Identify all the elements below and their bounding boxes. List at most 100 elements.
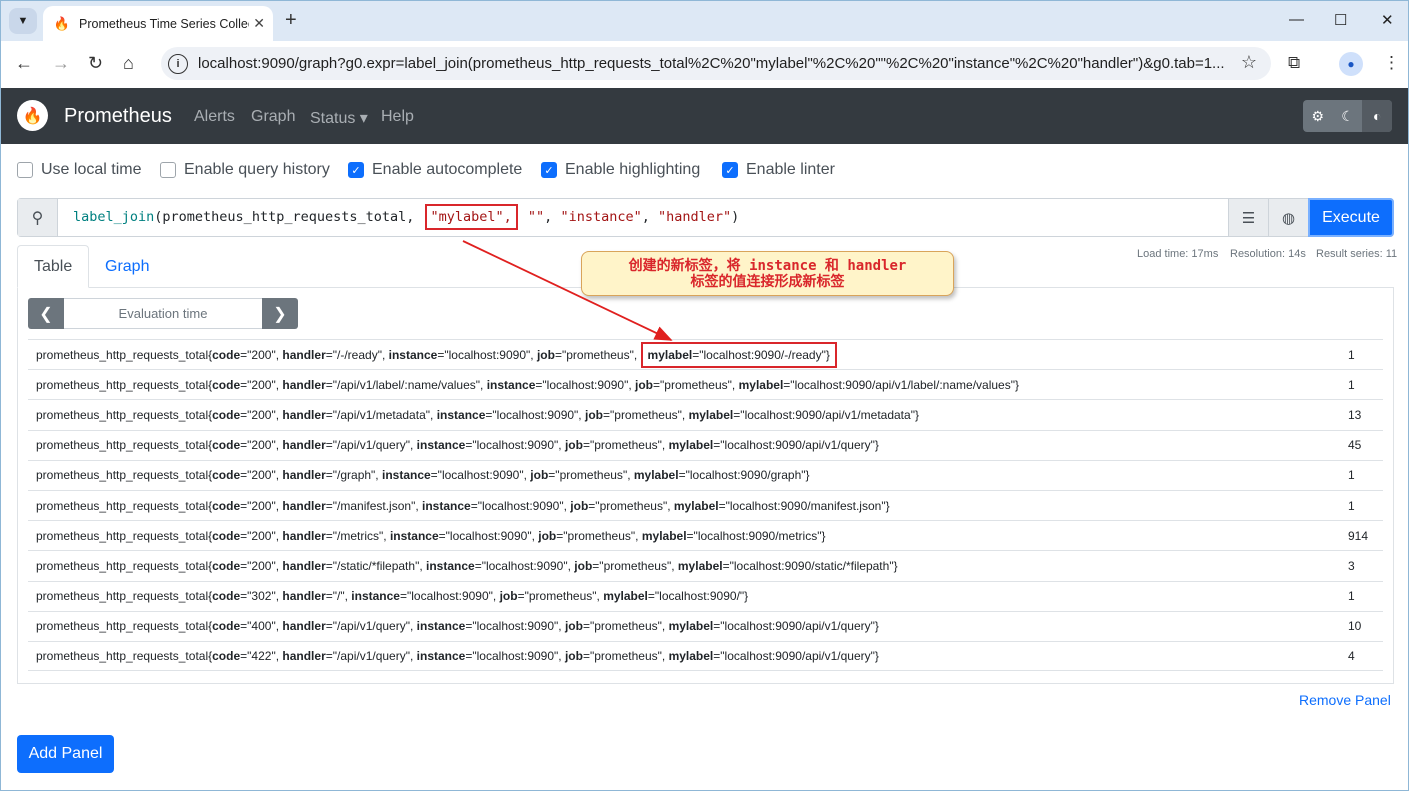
sample-value: 3 bbox=[1348, 558, 1355, 573]
expr-function: label_join bbox=[73, 209, 155, 225]
job-value: prometheus bbox=[594, 648, 658, 663]
browser-tab[interactable]: 🔥 Prometheus Time Series Collection and … bbox=[43, 6, 273, 41]
url-omnibox[interactable]: i localhost:9090/graph?g0.expr=label_joi… bbox=[161, 47, 1271, 80]
instance-key: instance bbox=[416, 648, 466, 663]
eval-time-prev-icon[interactable]: ❮ bbox=[28, 298, 64, 329]
option-use-local-time[interactable]: Use local time bbox=[17, 161, 141, 179]
load-time: Load time: 17ms bbox=[1137, 248, 1219, 260]
dark-theme-moon-icon[interactable]: ☾ bbox=[1333, 100, 1363, 132]
job-value: prometheus bbox=[567, 528, 631, 543]
option-linter[interactable]: ✓ Enable linter bbox=[722, 161, 835, 179]
metric-name: prometheus_http_requests_total{ bbox=[36, 438, 213, 453]
mylabel-value: localhost:9090/api/v1/metadata bbox=[744, 407, 911, 422]
eval-time-next-icon[interactable]: ❯ bbox=[262, 298, 298, 329]
nav-status-dropdown[interactable]: Status ▾ bbox=[310, 108, 368, 128]
execute-button[interactable]: Execute bbox=[1308, 198, 1394, 237]
tab-table[interactable]: Table bbox=[17, 245, 90, 288]
series-label: prometheus_http_requests_total{code="200… bbox=[36, 498, 890, 513]
maximize-icon[interactable]: ☐ bbox=[1334, 11, 1347, 29]
new-tab-icon[interactable]: + bbox=[285, 9, 297, 32]
add-panel-button[interactable]: Add Panel bbox=[17, 735, 114, 773]
sample-value: 1 bbox=[1348, 498, 1355, 513]
reload-icon[interactable]: ↻ bbox=[88, 53, 103, 74]
job-key: job bbox=[570, 498, 589, 513]
instance-key: instance bbox=[426, 558, 475, 573]
tab-search-chevron-icon[interactable]: ▼ bbox=[9, 8, 37, 34]
mylabel-key: mylabel bbox=[673, 498, 719, 513]
remove-panel-link[interactable]: Remove Panel bbox=[1299, 692, 1391, 708]
mylabel-value: localhost:9090/ bbox=[659, 589, 740, 604]
sample-value: 1 bbox=[1348, 589, 1355, 604]
table-row: prometheus_http_requests_total{code="200… bbox=[28, 399, 1383, 429]
expr-source-label-1: "instance" bbox=[560, 209, 642, 225]
code-value: 200 bbox=[251, 438, 272, 453]
browser-theme-contrast-icon[interactable]: ◐ bbox=[1362, 100, 1393, 132]
annotation-line-1: 创建的新标签，将 instance 和 handler bbox=[628, 258, 907, 274]
nav-help[interactable]: Help bbox=[381, 108, 414, 126]
series-label: prometheus_http_requests_total{code="400… bbox=[36, 619, 879, 634]
browser-menu-icon[interactable]: ⋮ bbox=[1383, 53, 1400, 73]
annotation-callout: 创建的新标签，将 instance 和 handler 标签的值连接形成新标签 bbox=[581, 251, 954, 296]
series-label: prometheus_http_requests_total{code="200… bbox=[36, 341, 837, 368]
prometheus-navbar: 🔥 Prometheus Alerts Graph Status ▾ Help … bbox=[1, 88, 1408, 144]
use-local-time-checkbox[interactable] bbox=[17, 162, 33, 178]
forward-icon[interactable]: → bbox=[52, 53, 70, 74]
nav-alerts[interactable]: Alerts bbox=[194, 108, 235, 126]
instance-value: localhost:9090 bbox=[476, 619, 555, 634]
minimize-icon[interactable]: — bbox=[1289, 11, 1304, 28]
back-icon[interactable]: ← bbox=[15, 53, 33, 74]
series-label: prometheus_http_requests_total{code="200… bbox=[36, 438, 879, 453]
tab-graph[interactable]: Graph bbox=[89, 245, 165, 288]
extensions-icon[interactable]: ⧉ bbox=[1288, 53, 1300, 73]
prometheus-logo-icon[interactable]: 🔥 bbox=[17, 100, 48, 131]
url-text[interactable]: localhost:9090/graph?g0.expr=label_join(… bbox=[198, 55, 1228, 72]
mylabel-key: mylabel bbox=[668, 619, 714, 634]
instance-value: localhost:9090 bbox=[481, 498, 560, 513]
autocomplete-label: Enable autocomplete bbox=[372, 161, 523, 178]
query-history-checkbox[interactable] bbox=[160, 162, 176, 178]
home-icon[interactable]: ⌂ bbox=[123, 53, 134, 74]
resolution: Resolution: 14s bbox=[1230, 248, 1306, 260]
linter-checkbox[interactable]: ✓ bbox=[722, 162, 738, 178]
option-query-history[interactable]: Enable query history bbox=[160, 161, 330, 179]
handler-key: handler bbox=[282, 528, 326, 543]
instance-value: localhost:9090 bbox=[449, 528, 528, 543]
table-row: prometheus_http_requests_total{code="200… bbox=[28, 520, 1383, 550]
handler-key: handler bbox=[282, 407, 326, 422]
profile-avatar-icon[interactable]: ● bbox=[1339, 52, 1363, 76]
job-key: job bbox=[536, 347, 555, 362]
highlighting-checkbox[interactable]: ✓ bbox=[541, 162, 557, 178]
table-row: prometheus_http_requests_total{code="302… bbox=[28, 580, 1383, 611]
job-value: prometheus bbox=[559, 468, 623, 483]
expr-new-label-highlight: "mylabel", bbox=[424, 204, 518, 230]
instance-value: localhost:9090 bbox=[485, 558, 564, 573]
metric-name: prometheus_http_requests_total{ bbox=[36, 377, 213, 392]
nav-graph[interactable]: Graph bbox=[251, 108, 295, 126]
code-value: 422 bbox=[251, 648, 272, 663]
mylabel-value: localhost:9090/static/*filepath bbox=[733, 558, 890, 573]
series-label: prometheus_http_requests_total{code="200… bbox=[36, 407, 919, 422]
autocomplete-checkbox[interactable]: ✓ bbox=[348, 162, 364, 178]
handler-value: /api/v1/label/:name/values bbox=[337, 377, 476, 392]
instance-value: localhost:9090 bbox=[476, 648, 555, 663]
evaluation-time-input[interactable]: Evaluation time bbox=[64, 298, 262, 329]
handler-value: /api/v1/query bbox=[337, 648, 406, 663]
close-tab-icon[interactable]: ✕ bbox=[253, 15, 265, 32]
handler-value: /manifest.json bbox=[337, 498, 412, 513]
expr-close-paren: ) bbox=[731, 209, 740, 225]
expression-input[interactable]: label_join(prometheus_http_requests_tota… bbox=[73, 199, 1228, 236]
light-theme-gear-icon[interactable]: ⚙ bbox=[1303, 100, 1333, 132]
option-autocomplete[interactable]: ✓ Enable autocomplete bbox=[348, 161, 522, 179]
job-key: job bbox=[564, 648, 583, 663]
instance-key: instance bbox=[416, 438, 466, 453]
brand-title[interactable]: Prometheus bbox=[64, 105, 172, 128]
window-close-icon[interactable]: ✕ bbox=[1381, 11, 1394, 29]
mylabel-key: mylabel bbox=[677, 558, 723, 573]
code-key: code bbox=[212, 589, 241, 604]
site-info-icon[interactable]: i bbox=[168, 53, 188, 74]
code-value: 302 bbox=[251, 589, 272, 604]
metrics-explorer-globe-icon[interactable]: ◍ bbox=[1268, 199, 1308, 236]
bookmark-star-icon[interactable]: ☆ bbox=[1241, 52, 1257, 73]
option-highlighting[interactable]: ✓ Enable highlighting bbox=[541, 161, 700, 179]
format-expression-icon[interactable]: ☰ bbox=[1228, 199, 1268, 236]
